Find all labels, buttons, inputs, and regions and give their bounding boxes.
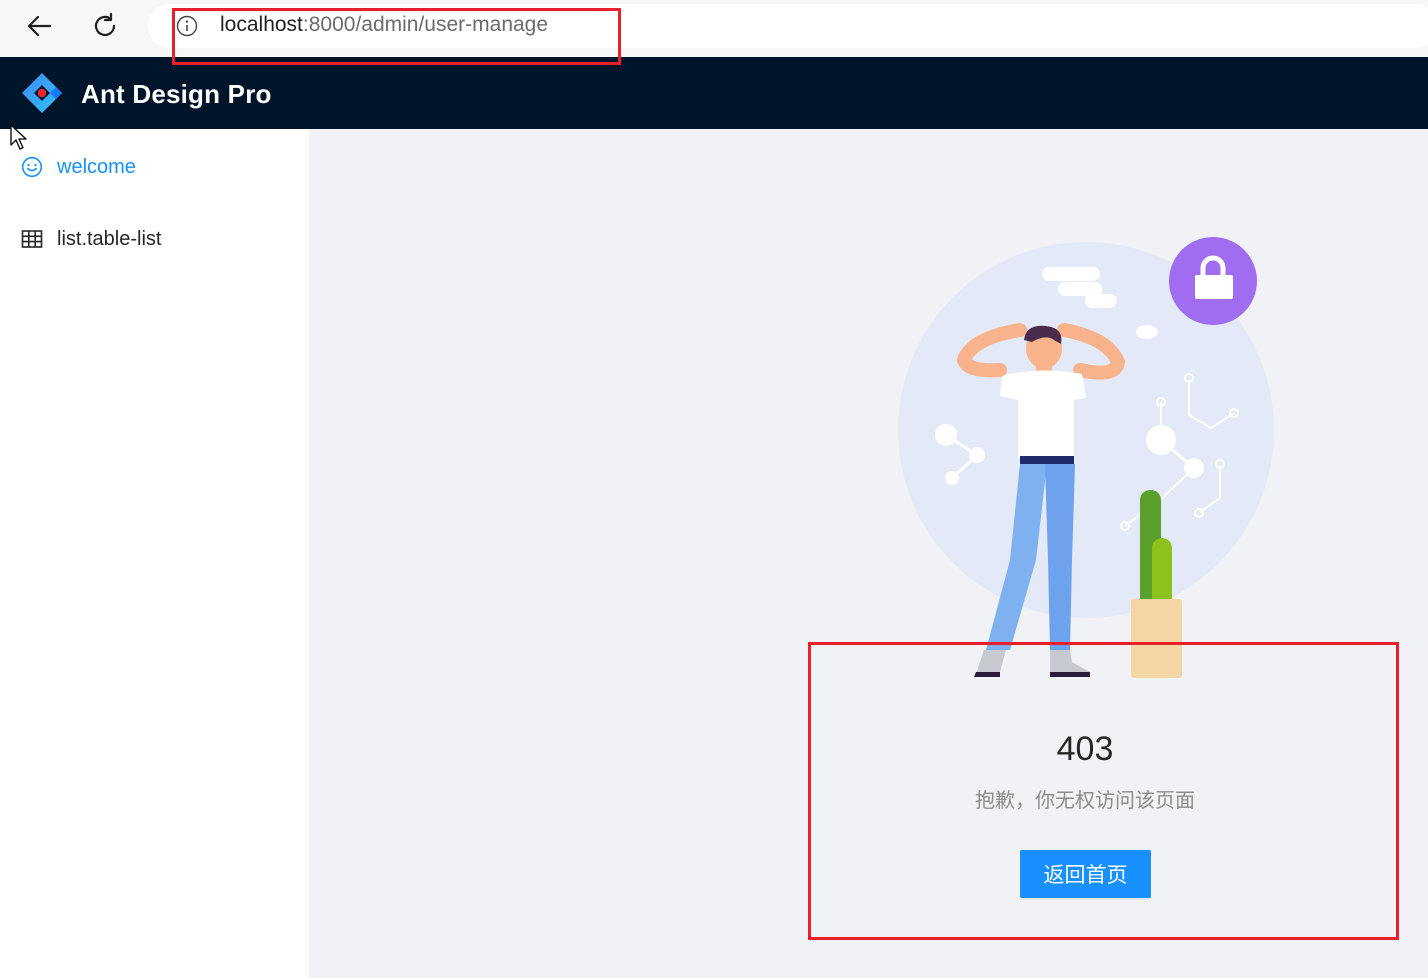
app-header: Ant Design Pro [0, 57, 1428, 129]
arrow-left-icon [27, 15, 52, 37]
smile-icon [21, 156, 43, 178]
sidebar-item-table-list[interactable]: list.table-list [0, 215, 309, 263]
sidebar-item-welcome[interactable]: welcome [0, 143, 309, 191]
table-icon [21, 230, 43, 248]
sidebar: welcome list.table-list [0, 129, 310, 978]
back-button[interactable] [19, 6, 59, 46]
ant-design-logo[interactable] [20, 71, 64, 115]
sidebar-item-label: welcome [57, 155, 136, 178]
sidebar-item-label: list.table-list [57, 227, 162, 250]
reload-icon [94, 12, 116, 37]
annotation-box-result [808, 642, 1399, 940]
reload-button[interactable] [85, 6, 125, 46]
app-title[interactable]: Ant Design Pro [81, 79, 272, 110]
mouse-cursor-icon [10, 124, 27, 150]
annotation-box-url [172, 8, 621, 65]
403-illustration [898, 237, 1274, 678]
